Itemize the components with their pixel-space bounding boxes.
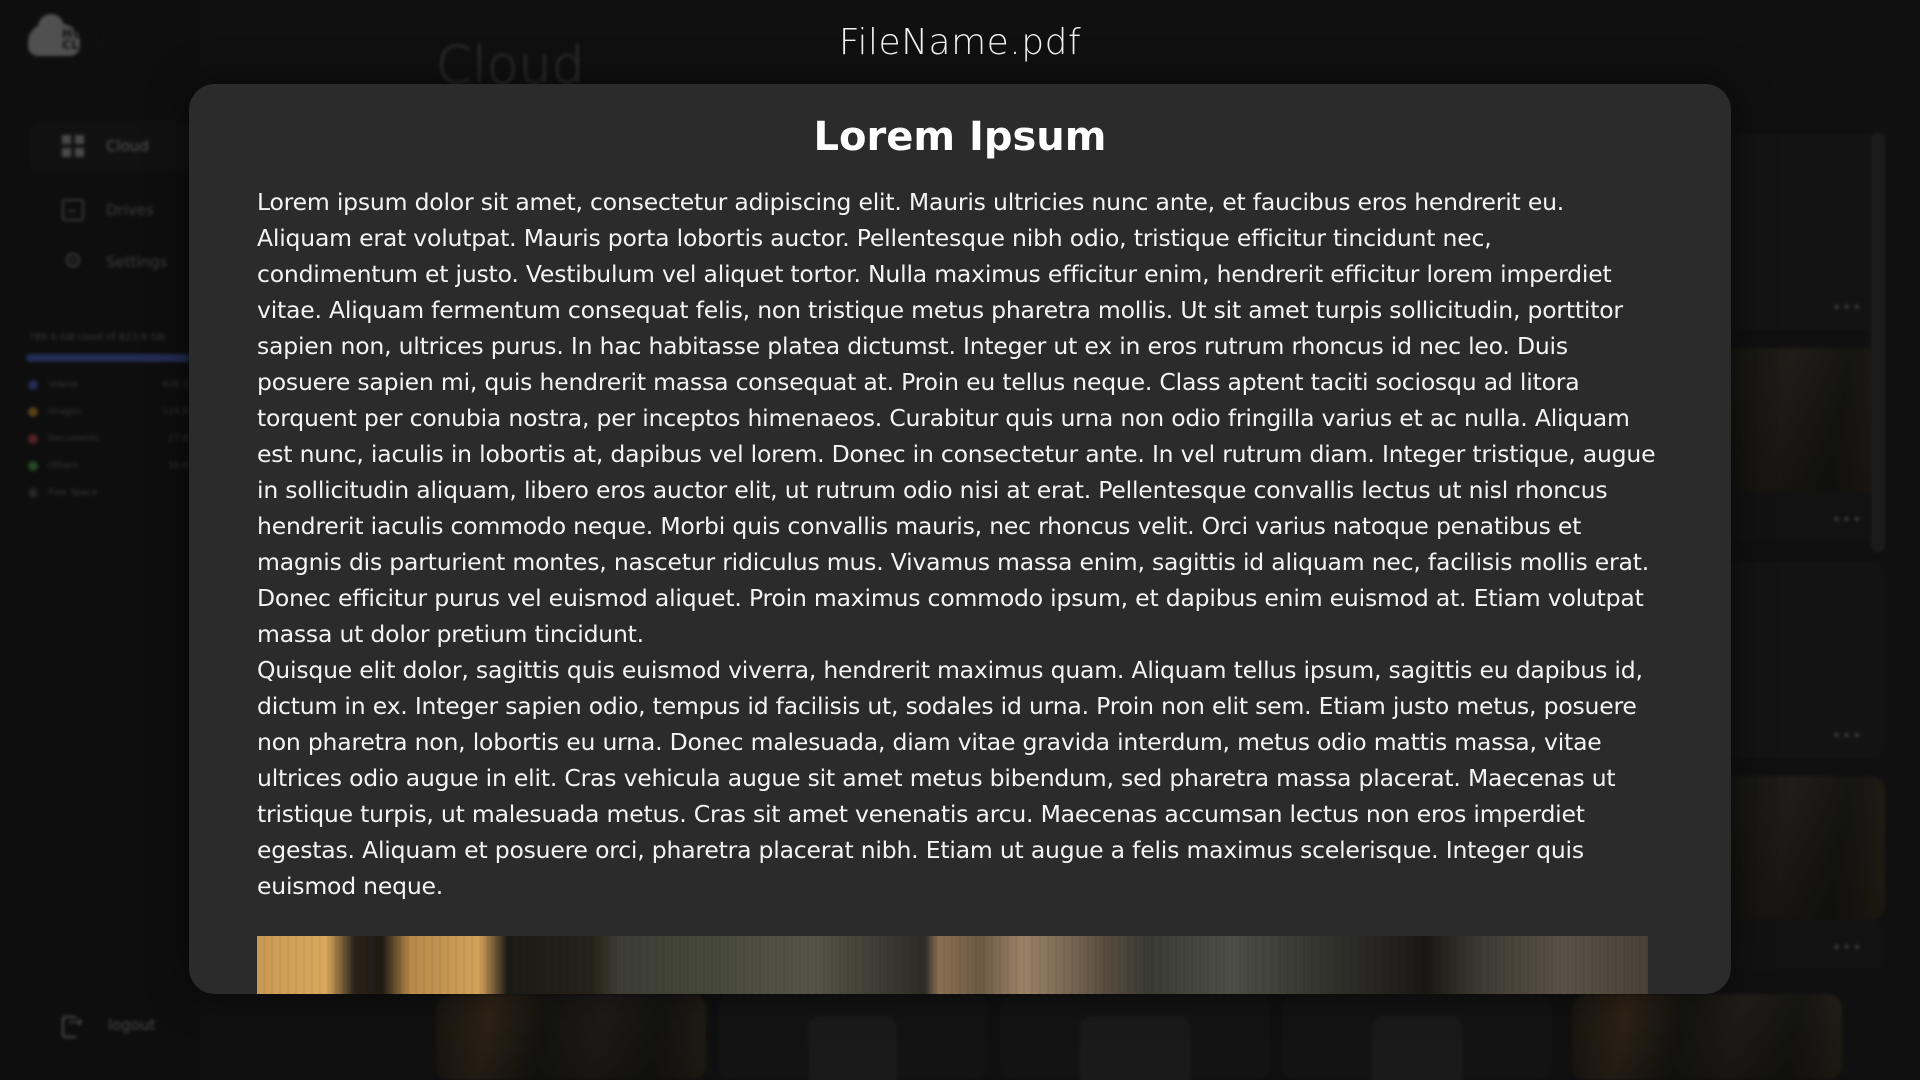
document-image	[257, 936, 1648, 994]
document-title: Lorem Ipsum	[813, 114, 1107, 160]
document-body: Lorem ipsum dolor sit amet, consectetur …	[257, 184, 1657, 904]
document-paragraph: Quisque elit dolor, sagittis quis euismo…	[257, 656, 1643, 900]
document-paragraph: Lorem ipsum dolor sit amet, consectetur …	[257, 188, 1656, 648]
file-name-title: FileName.pdf	[838, 22, 1082, 63]
document-viewer[interactable]: Lorem Ipsum Lorem ipsum dolor sit amet, …	[189, 84, 1731, 994]
